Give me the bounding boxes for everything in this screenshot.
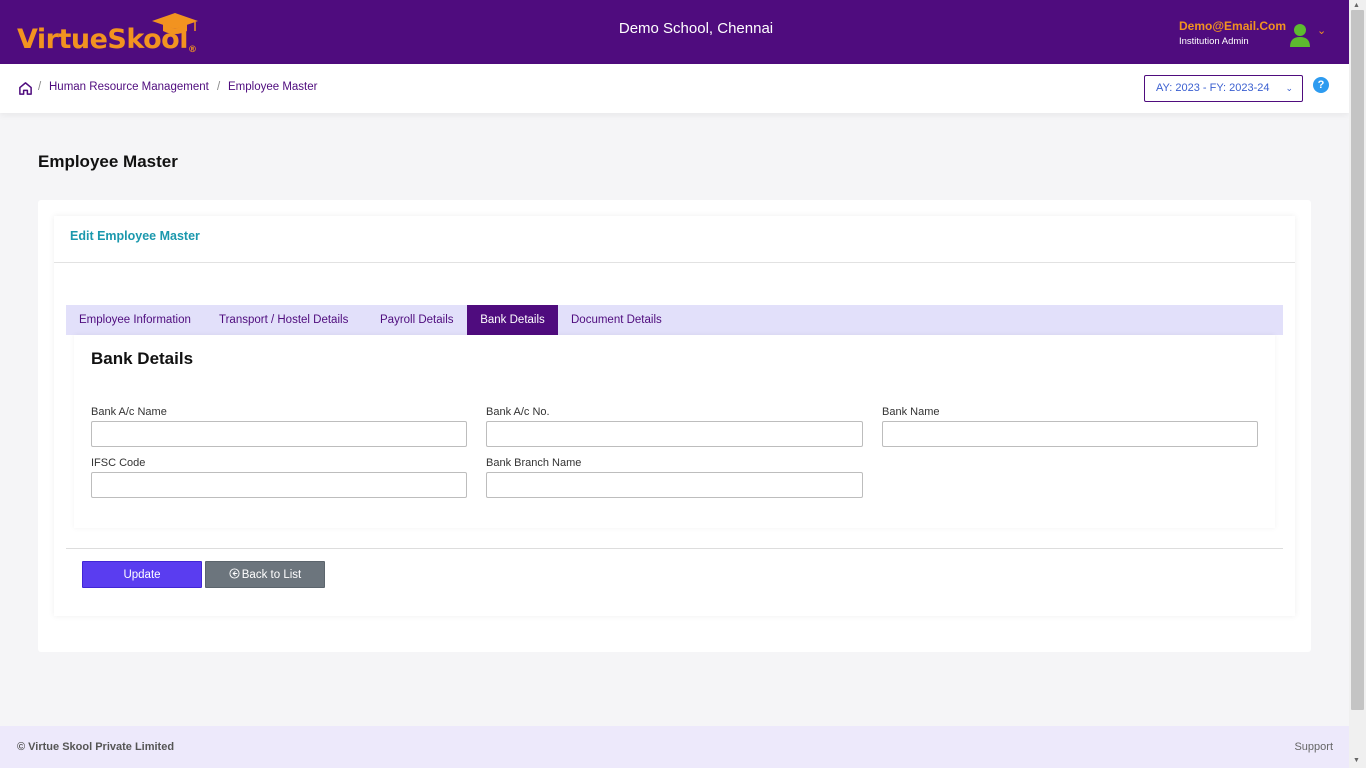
vertical-scrollbar[interactable]: ▲ ▼: [1349, 0, 1366, 768]
update-button[interactable]: Update: [82, 561, 202, 588]
bank-ac-no-input[interactable]: [486, 421, 863, 447]
academic-year-select[interactable]: AY: 2023 - FY: 2023-24 ⌄: [1144, 75, 1303, 102]
support-link[interactable]: Support: [1294, 741, 1333, 753]
chevron-down-icon: ⌄: [1285, 83, 1293, 93]
user-role: Institution Admin: [1179, 36, 1249, 47]
bank-details-section: Bank Details Bank A/c Name Bank A/c No. …: [74, 335, 1275, 528]
copyright-text: © Virtue Skool Private Limited: [17, 741, 175, 753]
back-to-list-label: Back to List: [241, 569, 302, 581]
card-title: Edit Employee Master: [70, 229, 200, 243]
breadcrumb-employee-master[interactable]: Employee Master: [228, 81, 317, 93]
bank-branch-input[interactable]: [486, 472, 863, 498]
help-icon[interactable]: ?: [1313, 77, 1329, 93]
bank-ac-name-label: Bank A/c Name: [91, 406, 167, 418]
bank-ac-no-label: Bank A/c No.: [486, 406, 550, 418]
back-circle-icon: [229, 568, 240, 580]
bank-ac-name-input[interactable]: [91, 421, 467, 447]
breadcrumb-separator: /: [217, 81, 221, 93]
back-to-list-button[interactable]: Back to List: [205, 561, 325, 588]
main-card: Edit Employee Master Employee Informatio…: [38, 200, 1311, 652]
scrollbar-thumb[interactable]: [1351, 10, 1364, 710]
scroll-down-arrow-icon[interactable]: ▼: [1353, 757, 1360, 764]
ifsc-code-input[interactable]: [91, 472, 467, 498]
virtueskool-logo[interactable]: VirtueSkool®: [17, 12, 217, 55]
academic-year-value: AY: 2023 - FY: 2023-24: [1156, 82, 1270, 94]
divider: [66, 548, 1283, 549]
section-title: Bank Details: [91, 349, 194, 368]
page-footer: © Virtue Skool Private Limited Support: [0, 726, 1349, 768]
bank-name-label: Bank Name: [882, 406, 940, 418]
school-name: Demo School, Chennai: [618, 20, 774, 37]
user-avatar-icon[interactable]: [1289, 22, 1311, 48]
logo-text: VirtueSkool®: [17, 24, 197, 55]
tab-payroll-details[interactable]: Payroll Details: [380, 305, 454, 335]
breadcrumb-separator: /: [38, 81, 42, 93]
home-icon[interactable]: [18, 81, 33, 96]
chevron-down-icon[interactable]: ⌄: [1317, 24, 1326, 37]
tab-employee-information[interactable]: Employee Information: [79, 305, 191, 335]
user-email[interactable]: Demo@Email.Com: [1179, 19, 1286, 33]
divider: [54, 262, 1295, 263]
page-title: Employee Master: [38, 152, 178, 171]
tab-document-details[interactable]: Document Details: [571, 305, 662, 335]
tab-transport-hostel-details[interactable]: Transport / Hostel Details: [219, 305, 348, 335]
breadcrumb-bar: / Human Resource Management / Employee M…: [0, 64, 1349, 113]
bank-name-input[interactable]: [882, 421, 1258, 447]
top-header: VirtueSkool® Demo School, Chennai Demo@E…: [0, 0, 1349, 64]
tab-bar: Employee Information Transport / Hostel …: [66, 305, 1283, 335]
scroll-up-arrow-icon[interactable]: ▲: [1353, 2, 1360, 9]
tab-bank-details[interactable]: Bank Details: [467, 305, 558, 335]
breadcrumb-human-resource[interactable]: Human Resource Management: [49, 81, 209, 93]
ifsc-code-label: IFSC Code: [91, 457, 146, 469]
bank-branch-label: Bank Branch Name: [486, 457, 582, 469]
edit-employee-card: Edit Employee Master Employee Informatio…: [54, 216, 1295, 616]
